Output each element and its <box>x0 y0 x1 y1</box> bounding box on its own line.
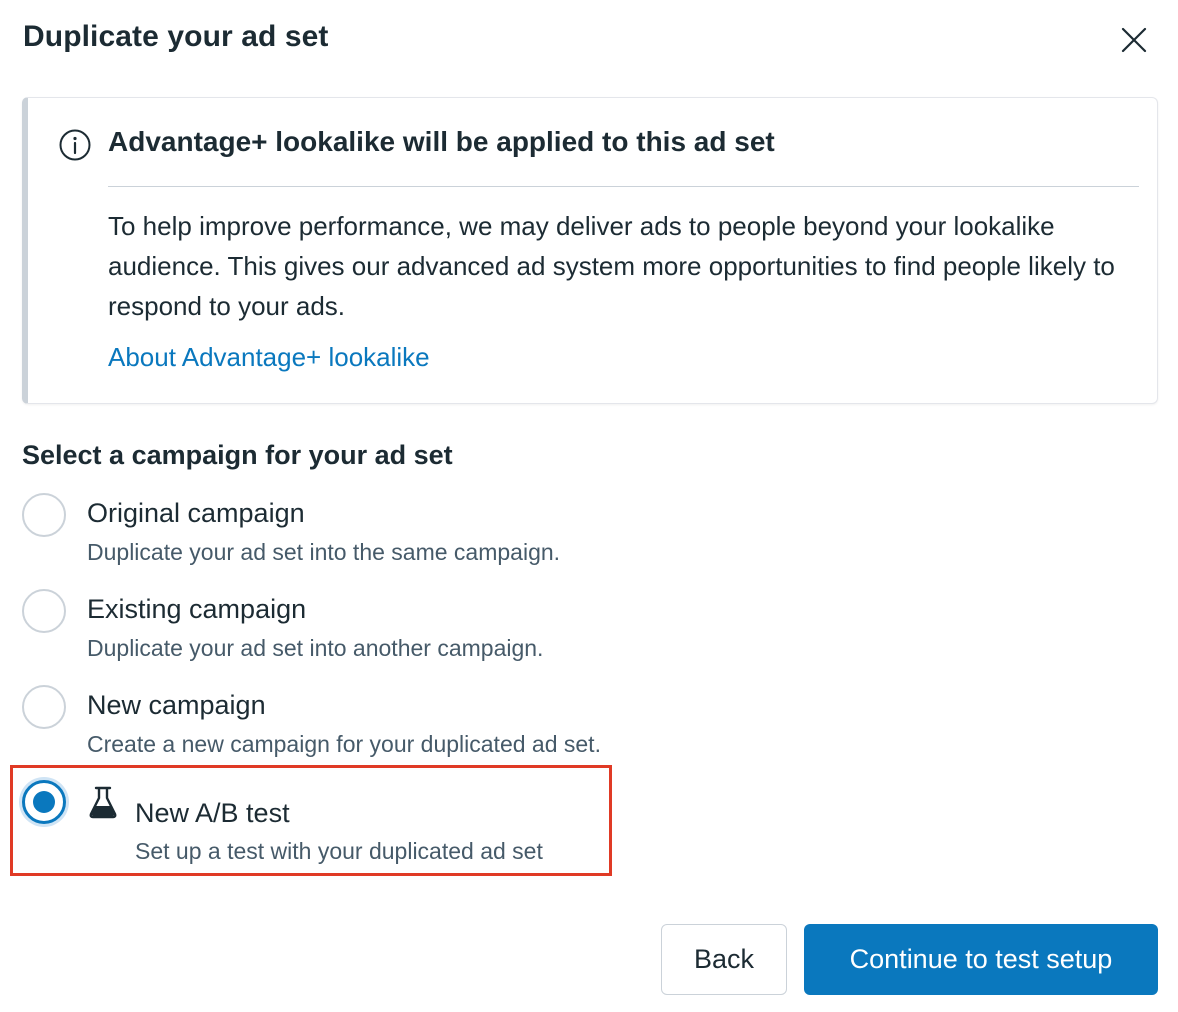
option-label: Original campaign <box>87 498 305 528</box>
option-label: New campaign <box>87 690 266 720</box>
option-label: New A/B test <box>135 798 290 828</box>
option-existing-campaign[interactable]: Existing campaign Duplicate your ad set … <box>22 589 722 669</box>
option-description: Set up a test with your duplicated ad se… <box>135 838 543 864</box>
duplicate-ad-set-dialog: Duplicate your ad set Advantage+ lookali… <box>0 0 1178 1012</box>
info-icon <box>59 129 91 161</box>
radio-original-campaign[interactable] <box>22 493 66 537</box>
option-label: Existing campaign <box>87 594 307 624</box>
close-icon <box>1121 27 1147 53</box>
option-original-campaign[interactable]: Original campaign Duplicate your ad set … <box>22 493 722 573</box>
notice-title: Advantage+ lookalike will be applied to … <box>108 126 775 157</box>
option-new-ab-test[interactable]: New A/B test Set up a test with your dup… <box>22 780 722 864</box>
continue-to-test-setup-button[interactable]: Continue to test setup <box>804 924 1158 995</box>
close-button[interactable] <box>1114 20 1154 60</box>
radio-existing-campaign[interactable] <box>22 589 66 633</box>
radio-new-ab-test[interactable] <box>22 780 66 824</box>
option-description: Duplicate your ad set into the same camp… <box>87 539 561 565</box>
notice-body: To help improve performance, we may deli… <box>108 211 1115 321</box>
dialog-title: Duplicate your ad set <box>23 20 329 53</box>
radio-new-campaign[interactable] <box>22 685 66 729</box>
campaign-select-heading: Select a campaign for your ad set <box>22 440 453 470</box>
option-description: Duplicate your ad set into another campa… <box>87 635 544 661</box>
advantage-lookalike-notice: Advantage+ lookalike will be applied to … <box>22 97 1158 404</box>
about-advantage-lookalike-link[interactable]: About Advantage+ lookalike <box>108 342 430 373</box>
notice-divider <box>108 186 1139 187</box>
option-description: Create a new campaign for your duplicate… <box>87 731 601 757</box>
option-new-campaign[interactable]: New campaign Create a new campaign for y… <box>22 685 722 765</box>
back-button[interactable]: Back <box>661 924 787 995</box>
flask-icon <box>89 786 117 819</box>
